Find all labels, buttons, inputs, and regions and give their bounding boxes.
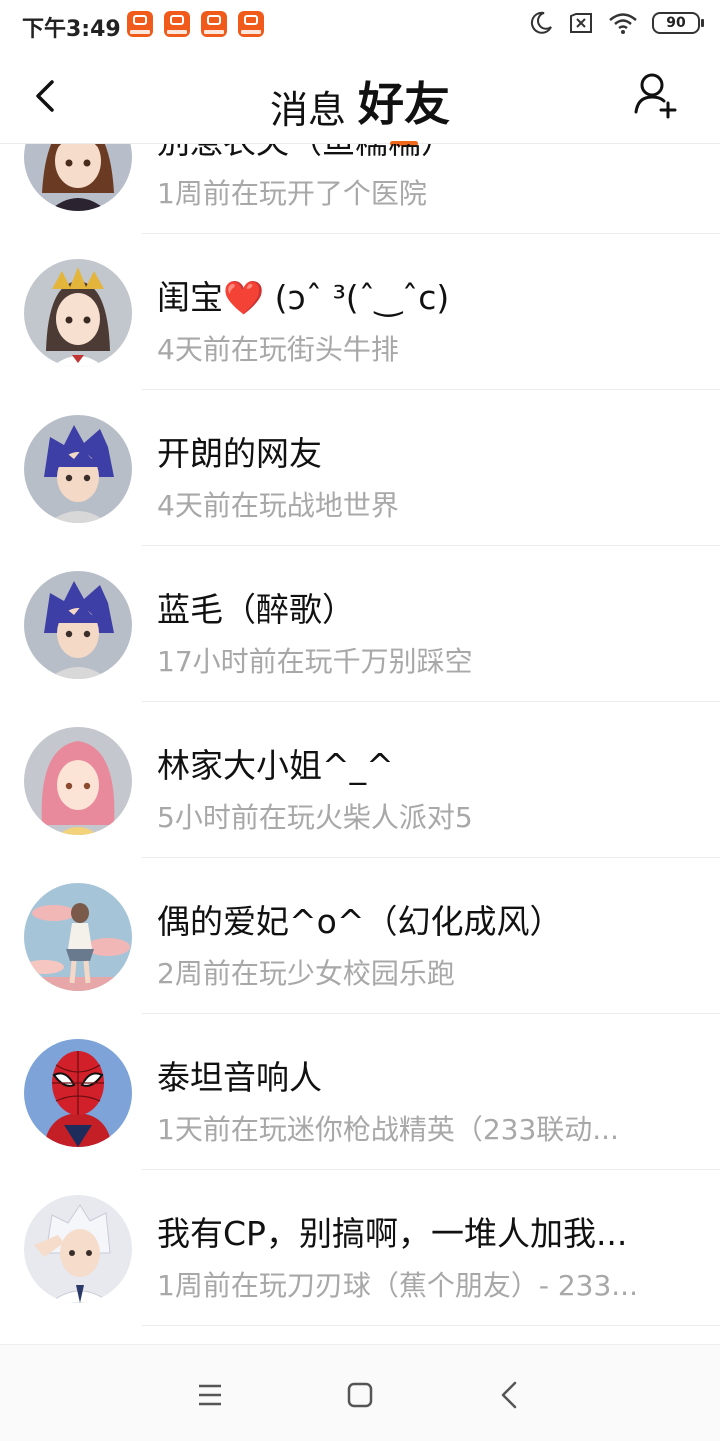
- friend-row[interactable]: 林家大小姐^_^ 5小时前在玩火柴人派对5: [0, 702, 720, 858]
- friend-name: 蓝毛（醉歌）: [157, 590, 355, 629]
- battery-icon: 90: [652, 12, 704, 34]
- friend-last-played: 4天前在玩街头牛排: [157, 333, 399, 366]
- friend-row[interactable]: 蓝毛（醉歌） 17小时前在玩千万别踩空: [0, 546, 720, 702]
- row-divider: [142, 1325, 720, 1326]
- friend-last-played: 2周前在玩少女校园乐跑: [157, 957, 455, 990]
- tab-friends-label: 好友: [358, 77, 450, 131]
- tab-friends[interactable]: 好友: [358, 68, 450, 146]
- friend-row[interactable]: 开朗的网友 4天前在玩战地世界: [0, 390, 720, 546]
- friend-list[interactable]: 别惹农夫（鱼糯糯） 1周前在玩开了个医院闺宝❤️ (ɔˆ ³(ˆ‿ˆc) 4天前在玩…: [0, 144, 720, 1344]
- friend-row[interactable]: 闺宝❤️ (ɔˆ ³(ˆ‿ˆc) 4天前在玩街头牛排: [0, 234, 720, 390]
- back-icon[interactable]: [490, 1375, 530, 1415]
- avatar[interactable]: [24, 415, 132, 523]
- avatar[interactable]: [24, 571, 132, 679]
- app-notification-icon: [238, 11, 264, 37]
- friend-name: 泰坦音响人: [157, 1058, 322, 1097]
- add-friend-icon[interactable]: [632, 70, 680, 120]
- app-notification-icon: [164, 11, 190, 37]
- friend-name: 林家大小姐^_^: [157, 746, 394, 785]
- friend-last-played: 1周前在玩开了个医院: [157, 177, 427, 210]
- avatar[interactable]: [24, 144, 132, 211]
- friend-last-played: 4天前在玩战地世界: [157, 489, 399, 522]
- friend-name: 偶的爱妃^o^（幻化成风）: [157, 902, 563, 941]
- friend-last-played: 17小时前在玩千万别踩空: [157, 645, 473, 678]
- status-indicators: 90: [528, 10, 704, 36]
- status-time: 下午3:49: [22, 17, 121, 42]
- sim-off-icon: [570, 13, 592, 33]
- system-nav-bar: [0, 1344, 720, 1441]
- avatar[interactable]: [24, 883, 132, 991]
- menu-icon[interactable]: [190, 1375, 230, 1415]
- avatar[interactable]: [24, 259, 132, 367]
- top-header: 消息 好友: [0, 50, 720, 146]
- app-notification-icon: [127, 11, 153, 37]
- moon-icon: [530, 11, 552, 34]
- wifi-icon: [609, 13, 637, 34]
- friend-last-played: 1周前在玩刀刃球（蕉个朋友）- 233...: [157, 1269, 638, 1302]
- friend-last-played: 5小时前在玩火柴人派对5: [157, 801, 473, 834]
- avatar[interactable]: [24, 1195, 132, 1303]
- friend-name: 别惹农夫（鱼糯糯）: [157, 144, 454, 163]
- friend-row[interactable]: 泰坦音响人 1天前在玩迷你枪战精英（233联动...: [0, 1014, 720, 1170]
- home-icon[interactable]: [340, 1375, 380, 1415]
- notification-icons: [127, 11, 264, 37]
- avatar[interactable]: [24, 1039, 132, 1147]
- status-bar: 下午3:49 90: [0, 0, 720, 50]
- friend-last-played: 1天前在玩迷你枪战精英（233联动...: [157, 1113, 619, 1146]
- friend-name: 我有CP，别搞啊，一堆人加我...: [157, 1214, 628, 1253]
- friend-row[interactable]: 别惹农夫（鱼糯糯） 1周前在玩开了个医院: [0, 144, 720, 234]
- friend-row[interactable]: 偶的爱妃^o^（幻化成风） 2周前在玩少女校园乐跑: [0, 858, 720, 1014]
- friend-name: 闺宝❤️ (ɔˆ ³(ˆ‿ˆc): [157, 278, 450, 317]
- tab-messages[interactable]: 消息: [270, 79, 346, 134]
- tab-bar: 消息 好友: [0, 68, 720, 146]
- app-notification-icon: [201, 11, 227, 37]
- friend-row[interactable]: 我有CP，别搞啊，一堆人加我... 1周前在玩刀刃球（蕉个朋友）- 233...: [0, 1170, 720, 1326]
- avatar[interactable]: [24, 727, 132, 835]
- friend-name: 开朗的网友: [157, 434, 322, 473]
